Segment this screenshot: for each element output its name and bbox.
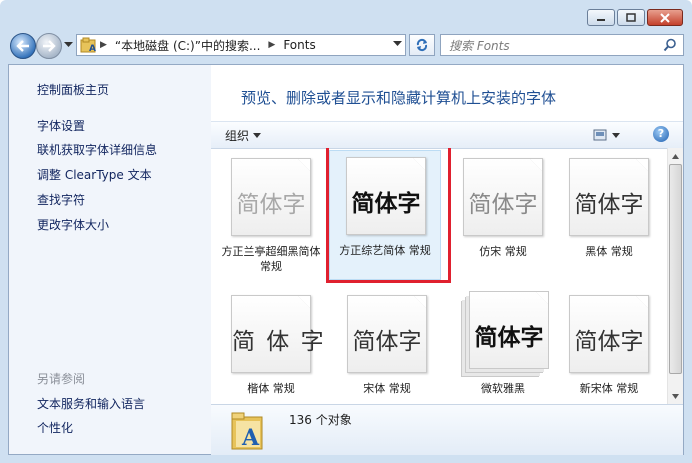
cleartype-link[interactable]: 调整 ClearType 文本 <box>37 166 152 183</box>
task-pane: 控制面板主页 字体设置 联机获取字体详细信息 调整 ClearType 文本 查… <box>9 65 211 454</box>
font-file-icon: 简体字 <box>347 295 427 373</box>
svg-text:A: A <box>89 44 96 53</box>
explorer-content: 控制面板主页 字体设置 联机获取字体详细信息 调整 ClearType 文本 查… <box>8 64 684 455</box>
scroll-up-button[interactable] <box>669 149 682 163</box>
font-sample: 简体字 <box>351 191 421 217</box>
font-sample: 简 体 字 <box>232 329 326 355</box>
organize-label: 组织 <box>225 129 250 143</box>
back-arrow-icon <box>16 40 29 52</box>
refresh-button[interactable] <box>409 34 435 56</box>
font-name: 微软雅黑 <box>481 382 525 395</box>
breadcrumb-search[interactable]: “本地磁盘 (C:)”中的搜索... <box>109 37 266 54</box>
close-icon <box>660 12 670 23</box>
font-sample: 简体字 <box>236 192 306 218</box>
font-sample: 简体字 <box>574 329 644 355</box>
font-tile[interactable]: 简体字 微软雅黑 <box>447 291 559 404</box>
scrollbar-thumb[interactable] <box>669 164 682 374</box>
help-button[interactable]: ? <box>653 126 669 142</box>
font-name: 方正综艺简体 常规 <box>339 244 431 257</box>
font-name: 新宋体 常规 <box>579 382 639 395</box>
control-panel-home-link[interactable]: 控制面板主页 <box>37 81 109 98</box>
font-tile[interactable]: 简体字 方正兰亭超细黑简体 常规 <box>215 154 327 284</box>
font-tile[interactable]: 简体字 宋体 常规 <box>331 291 443 404</box>
address-dropdown-icon[interactable] <box>393 41 402 47</box>
breadcrumb-arrow[interactable]: ▶ <box>266 40 277 50</box>
recent-pages-dropdown[interactable] <box>64 42 73 48</box>
font-name: 方正兰亭超细黑简体 常规 <box>221 245 321 273</box>
page-title: 预览、删除或者显示和隐藏计算机上安装的字体 <box>241 89 557 107</box>
folder-icon: A <box>80 37 98 54</box>
chevron-up-icon <box>672 153 679 159</box>
fonts-window: A ▶ “本地磁盘 (C:)”中的搜索... ▶ Fonts 搜索 Fonts … <box>0 0 692 463</box>
font-file-icon: 简体字 <box>463 158 543 236</box>
find-character-link[interactable]: 查找字符 <box>37 191 85 208</box>
fonts-folder-icon: A <box>231 412 263 451</box>
font-tile[interactable]: 简体字 新宋体 常规 <box>553 291 665 404</box>
search-box[interactable]: 搜索 Fonts <box>440 34 684 56</box>
font-tile[interactable]: 简体字 黑体 常规 <box>553 154 665 284</box>
search-input[interactable]: 搜索 Fonts <box>449 37 510 54</box>
address-bar[interactable]: A ▶ “本地磁盘 (C:)”中的搜索... ▶ Fonts <box>76 34 406 56</box>
caption-buttons <box>587 9 683 26</box>
main-pane: 预览、删除或者显示和隐藏计算机上安装的字体 组织 ? 简体字 方正兰亭超细黑简体… <box>211 65 683 455</box>
font-name: 仿宋 常规 <box>479 245 527 258</box>
vertical-scrollbar[interactable] <box>667 148 683 404</box>
forward-arrow-icon <box>43 40 56 52</box>
organize-button[interactable]: 组织 <box>225 127 262 144</box>
chevron-down-icon <box>253 133 262 138</box>
svg-text:A: A <box>241 425 260 451</box>
refresh-icon <box>416 38 428 52</box>
online-font-info-link[interactable]: 联机获取字体详细信息 <box>37 141 157 158</box>
font-sample: 简体字 <box>468 192 538 218</box>
font-file-icon: 简体字 <box>346 157 426 235</box>
command-bar: 组织 ? <box>211 121 683 149</box>
font-grid: 简体字 方正兰亭超细黑简体 常规 简体字 方正综艺简体 常规 简体字 仿宋 常规… <box>211 148 666 404</box>
forward-button[interactable] <box>36 33 62 59</box>
view-options-button[interactable] <box>593 128 623 142</box>
font-settings-link[interactable]: 字体设置 <box>37 117 85 134</box>
text-services-link[interactable]: 文本服务和输入语言 <box>37 395 145 412</box>
object-count: 136 个对象 <box>289 413 352 427</box>
font-sample: 简体字 <box>574 192 644 218</box>
breadcrumb-arrow[interactable]: ▶ <box>98 40 109 50</box>
close-button[interactable] <box>647 9 683 26</box>
font-sample: 简体字 <box>352 329 422 355</box>
chevron-down-icon <box>672 393 679 399</box>
font-name: 黑体 常规 <box>585 245 633 258</box>
font-name: 楷体 常规 <box>247 382 295 395</box>
navigation-bar: A ▶ “本地磁盘 (C:)”中的搜索... ▶ Fonts 搜索 Fonts <box>8 33 684 59</box>
search-icon[interactable] <box>663 38 677 52</box>
minimize-icon <box>597 18 605 21</box>
maximize-button[interactable] <box>617 9 645 26</box>
see-also-heading: 另请参阅 <box>37 372 86 386</box>
font-tile[interactable]: 简体字 仿宋 常规 <box>447 154 559 284</box>
font-tile[interactable]: 简 体 字 楷体 常规 <box>215 291 327 404</box>
font-sample: 简体字 <box>474 325 544 351</box>
font-file-icon: 简 体 字 <box>231 295 326 373</box>
personalization-link[interactable]: 个性化 <box>37 419 73 436</box>
font-file-icon: 简体字 <box>231 158 311 236</box>
change-font-size-link[interactable]: 更改字体大小 <box>37 216 109 233</box>
details-pane: A 136 个对象 <box>211 404 683 455</box>
font-file-icon: 简体字 <box>569 158 649 236</box>
breadcrumb-fonts[interactable]: Fonts <box>277 38 321 52</box>
font-name: 宋体 常规 <box>363 382 411 395</box>
font-family-icon: 简体字 <box>469 291 549 369</box>
font-file-icon: 简体字 <box>569 295 649 373</box>
scroll-down-button[interactable] <box>669 389 682 403</box>
minimize-button[interactable] <box>587 9 615 26</box>
back-button[interactable] <box>10 33 36 59</box>
maximize-icon <box>626 13 636 22</box>
font-tile-selected[interactable]: 简体字 方正综艺简体 常规 <box>329 150 441 280</box>
